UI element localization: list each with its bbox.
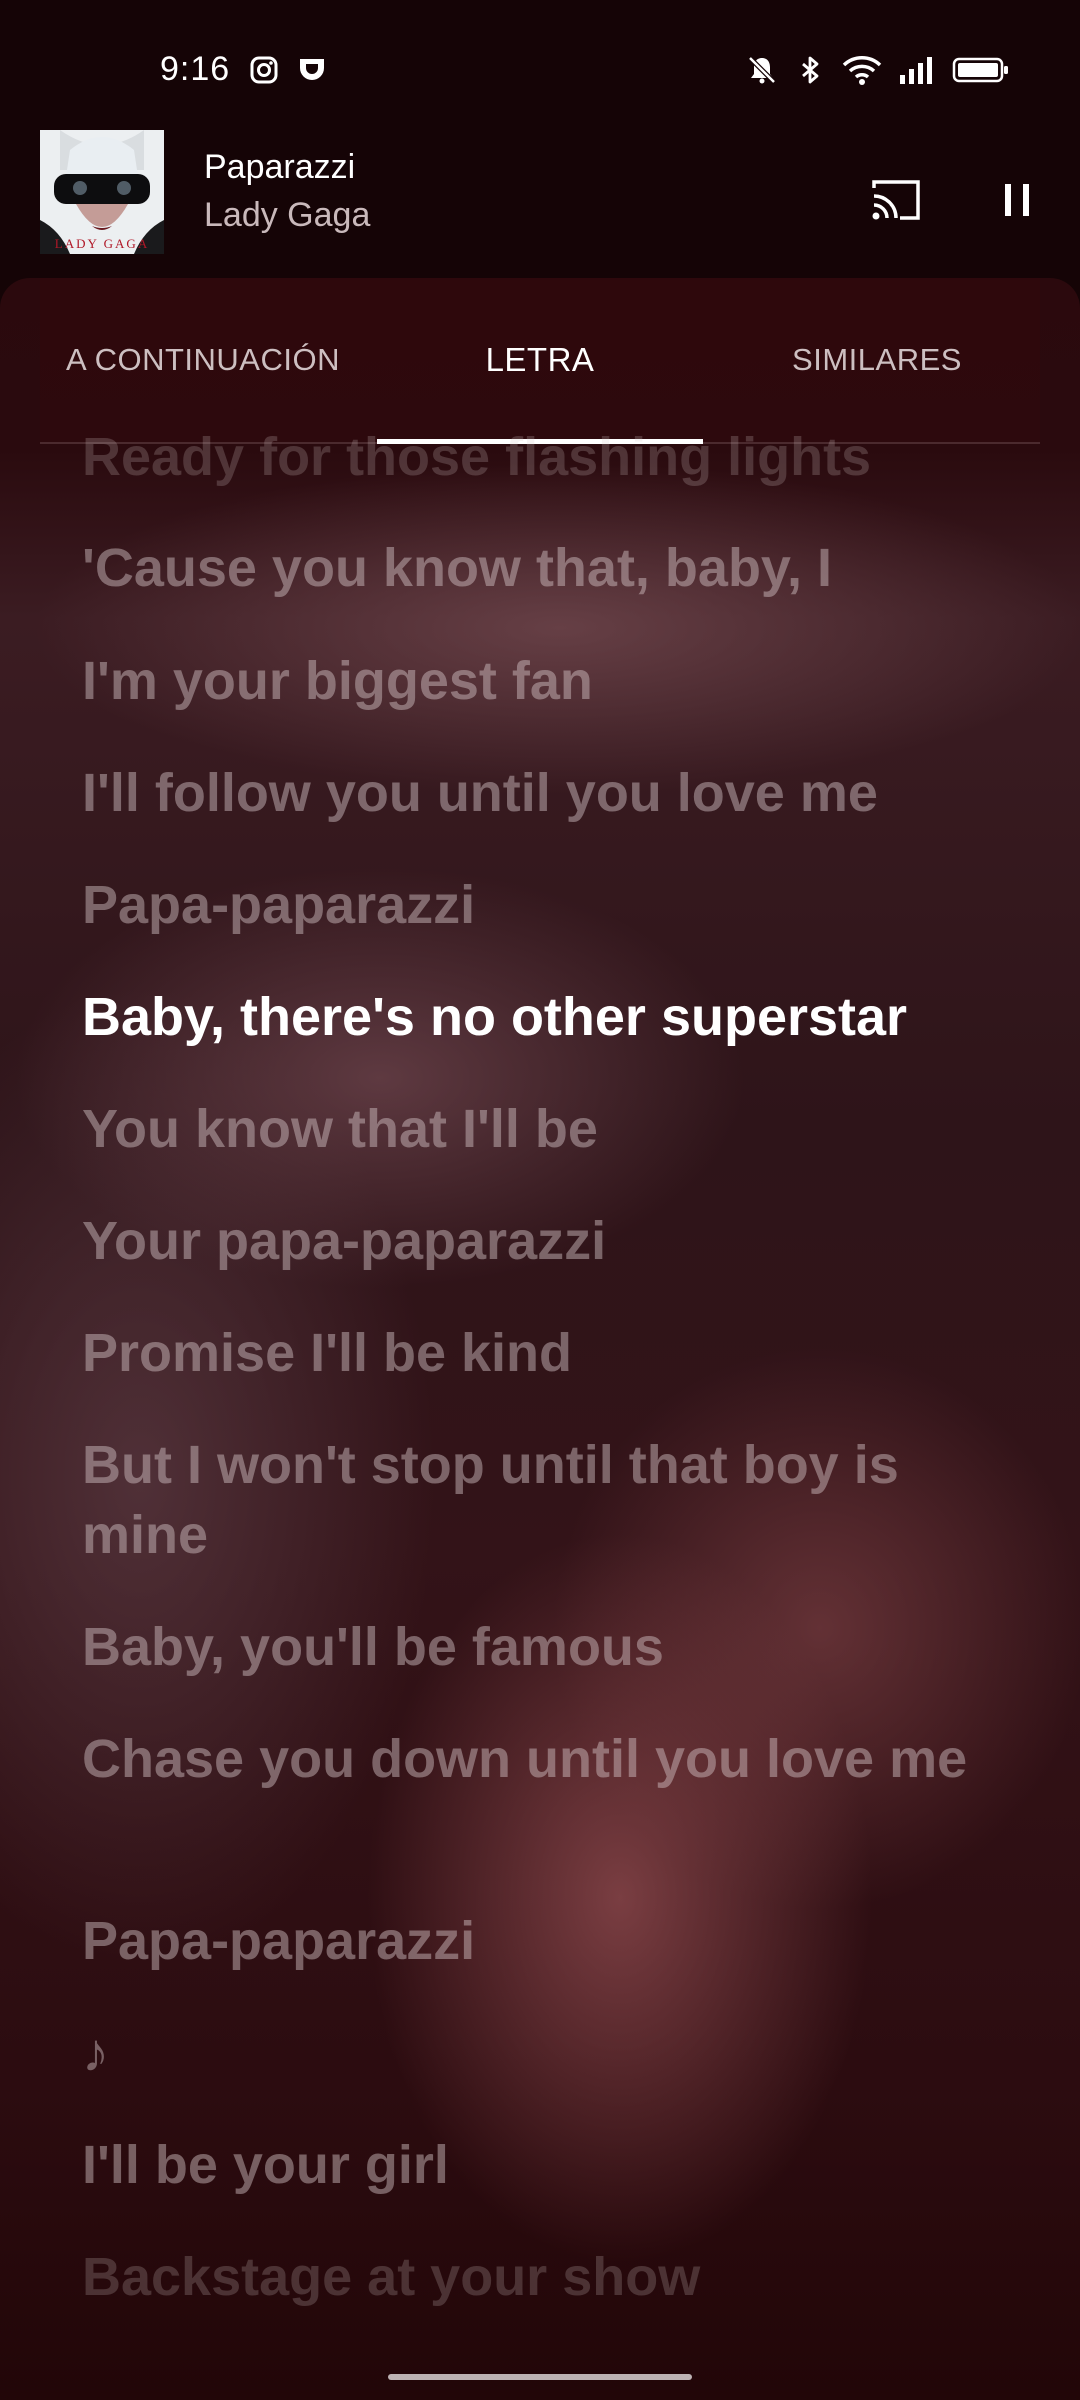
instagram-icon [248,54,280,86]
wifi-icon [842,54,882,86]
tab-bar: A CONTINUACIÓN LETRA SIMILARES [40,278,1040,444]
app-notification-icon [296,54,328,86]
lyrics-sheet: A CONTINUACIÓN LETRA SIMILARES Ready for… [0,278,1080,2400]
lyric-line: 'Cause you know that, baby, I [82,538,832,598]
signal-icon [898,54,936,86]
pause-icon [1005,184,1029,216]
lyric-line: But I won't stop until that boy is mine [82,1435,899,1565]
lyric-line: Backstage at your show [82,2247,701,2307]
lyric-line: Papa-paparazzi [82,1911,476,1971]
pause-button[interactable] [990,170,1050,230]
song-artist: Lady Gaga [204,196,371,234]
album-art-text: LADY GAGA [55,236,149,251]
status-time: 9:16 [160,50,231,88]
lyric-line: I'll follow you until you love me [82,763,878,823]
bluetooth-icon [794,54,826,86]
lyric-line: Chase you down until you love me [82,1729,968,1789]
cast-icon [872,180,920,220]
lyric-line: Promise I'll be kind [82,1323,572,1383]
song-title: Paparazzi [204,148,356,186]
lyric-line: Your papa-paparazzi [82,1211,607,1271]
album-art[interactable]: LADY GAGA [40,130,164,254]
current-lyric-line: Baby, there's no other superstar [82,987,908,1047]
tab-related[interactable]: SIMILARES [714,278,1040,442]
battery-icon [952,54,1010,86]
tab-lyrics[interactable]: LETRA [377,278,703,442]
tab-up-next[interactable]: A CONTINUACIÓN [40,278,366,442]
lyric-line: Baby, you'll be famous [82,1617,664,1677]
status-left-icons [248,54,328,86]
lyric-line: Papa-paparazzi [82,875,476,935]
music-player-screen: 9:16 LADY GAGA Paparazzi Lady Gaga A CON… [0,0,1080,2400]
lyric-line: ♪ [82,2023,109,2083]
cast-button[interactable] [866,170,926,230]
mute-bell-icon [746,54,778,86]
lyric-line: I'm your biggest fan [82,651,593,711]
status-right-icons [746,54,1010,86]
lyric-line: Ready for those flashing lights [82,427,872,487]
status-bar: 9:16 [0,0,1080,130]
mini-player[interactable]: LADY GAGA Paparazzi Lady Gaga [0,130,1080,280]
lyric-line: I'll be your girl [82,2135,449,2195]
lyric-line: You know that I'll be [82,1099,598,1159]
home-indicator[interactable] [388,2374,692,2380]
